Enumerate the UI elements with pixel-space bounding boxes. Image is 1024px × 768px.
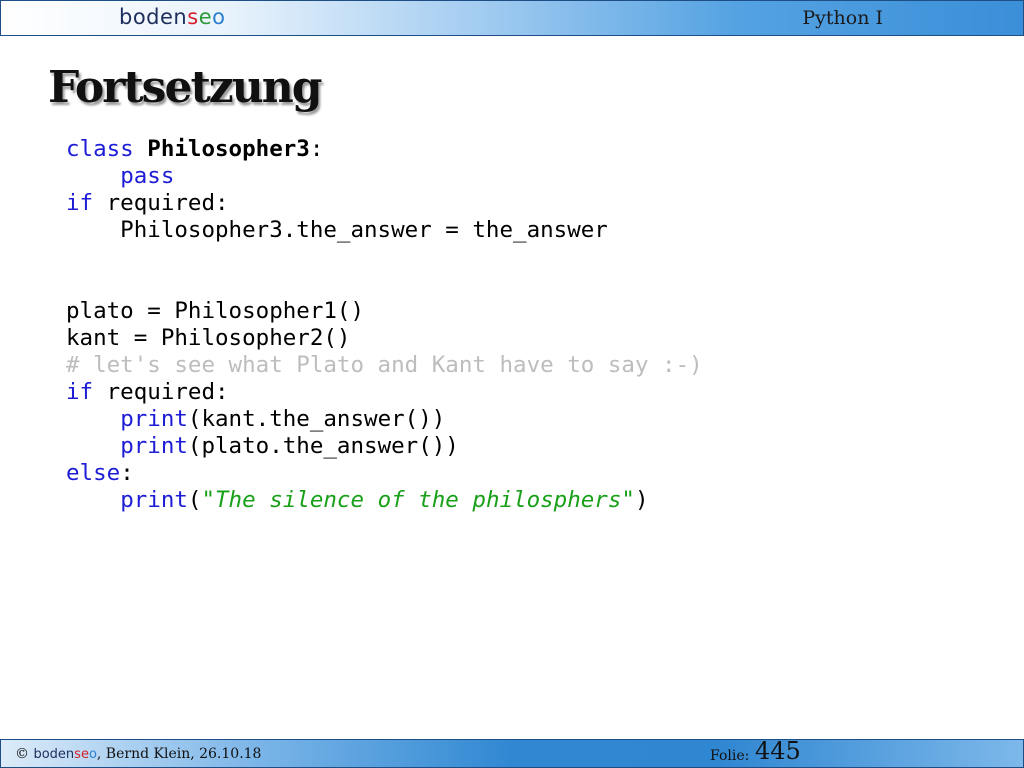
code-text: (plato.the_answer())	[187, 433, 459, 459]
code-line: if required:	[66, 379, 703, 406]
comment-token: # let's see what Plato and Kant have to …	[66, 352, 703, 378]
course-title: Python I	[802, 7, 883, 29]
footer-logo-part-o: o	[88, 747, 97, 762]
keyword-token: print	[120, 433, 188, 459]
footer-logo-part-boden: boden	[33, 747, 75, 762]
logo-part-s: s	[187, 5, 199, 29]
code-line: print(plato.the_answer())	[66, 433, 703, 460]
code-text: Philosopher3.the_answer = the_answer	[66, 217, 608, 243]
header-bar: bodenseo Python I	[0, 0, 1024, 36]
footer-logo: bodenseo	[33, 747, 96, 762]
keyword-token: print	[120, 487, 188, 513]
copyright-symbol: ©	[15, 746, 34, 762]
code-line: kant = Philosopher2()	[66, 325, 703, 352]
code-line: if required:	[66, 190, 703, 217]
code-line: plato = Philosopher1()	[66, 298, 703, 325]
author-date: , Bernd Klein, 26.10.18	[96, 746, 262, 762]
code-text: kant = Philosopher2()	[66, 325, 351, 351]
code-line: print(kant.the_answer())	[66, 406, 703, 433]
code-punctuation: :	[120, 460, 134, 486]
keyword-token: if	[66, 190, 94, 216]
code-line: pass	[66, 163, 703, 190]
code-text: required:	[93, 379, 229, 405]
slide-title: Fortsetzung	[48, 62, 323, 113]
code-block: class Philosopher3: pass if required: Ph…	[66, 136, 703, 514]
keyword-token: print	[120, 406, 188, 432]
bodenseo-logo: bodenseo	[119, 3, 225, 31]
code-line: else:	[66, 460, 703, 487]
footer-logo-part-s: s	[74, 747, 81, 762]
slide-number-label: Folie:	[710, 748, 750, 764]
keyword-token: pass	[120, 163, 175, 189]
keyword-token: if	[66, 379, 94, 405]
code-line: class Philosopher3:	[66, 136, 703, 163]
code-line: # let's see what Plato and Kant have to …	[66, 352, 703, 379]
footer-bar: © bodenseo, Bernd Klein, 26.10.18 Folie:…	[0, 737, 1024, 768]
code-punctuation: )	[634, 487, 649, 513]
class-name-token: Philosopher3	[147, 136, 310, 162]
keyword-token: class	[66, 136, 134, 162]
logo-part-e: e	[198, 5, 213, 29]
footer-logo-part-e: e	[80, 747, 89, 762]
logo-part-o: o	[212, 5, 226, 29]
slide-number: 445	[755, 737, 801, 765]
code-text: (kant.the_answer())	[187, 406, 446, 432]
code-line: Philosopher3.the_answer = the_answer	[66, 217, 703, 244]
code-text: required:	[93, 190, 229, 216]
code-text: plato = Philosopher1()	[66, 298, 365, 324]
keyword-token: else	[66, 460, 121, 486]
code-punctuation: :	[309, 136, 324, 162]
footer-credit: © bodenseo, Bernd Klein, 26.10.18	[15, 745, 261, 764]
logo-part-boden: boden	[119, 5, 188, 29]
code-punctuation: (	[187, 487, 202, 513]
code-line: print("The silence of the philosphers")	[66, 487, 703, 514]
string-token: "The silence of the philosphers"	[201, 487, 635, 513]
